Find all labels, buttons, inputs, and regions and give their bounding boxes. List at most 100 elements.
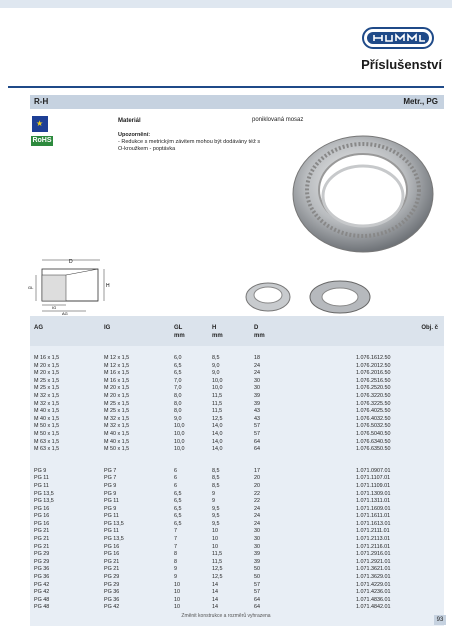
table-row: M 50 x 1,5 M 32 x 1,5 10,0 14,0 57 1.076.5032…	[30, 423, 444, 431]
table-row: M 25 x 1,5 M 20 x 1,5 7,0 10,0 30 1.076.2520.…	[30, 385, 444, 393]
table-cell: 1.071.4229.01	[356, 581, 391, 588]
col-gl: GL	[174, 325, 183, 331]
footer-text: Změnit konstrukce a rozměrů vyhrazena	[181, 613, 271, 619]
table-row: PG 11 PG 7 6 8,5 20 1.071.1107.01	[30, 475, 444, 483]
table-cell: 1.076.6350.50	[356, 446, 391, 453]
table-cell: M 25 x 1,5	[104, 400, 130, 407]
table-cell: 14,0	[212, 423, 223, 430]
table-row: PG 48 PG 36 10 14 64 1.071.4836.01	[30, 597, 444, 605]
table-cell: M 63 x 1,5	[34, 438, 60, 445]
table-cell: 30	[254, 543, 260, 550]
table-cell: PG 21	[34, 528, 50, 535]
table-cell: 1.071.0907.01	[356, 467, 391, 474]
unit-gl: mm	[174, 333, 185, 339]
table-cell: 6,5	[174, 490, 182, 497]
table-cell: PG 13,5	[34, 498, 54, 505]
table-cell: M 20 x 1,5	[104, 385, 130, 392]
table-row: M 20 x 1,5 M 16 x 1,5 6,5 9,0 24 1.076.2016.5…	[30, 370, 444, 378]
note-line-1: - Redukce s metrickým závitem mohou být …	[118, 139, 261, 145]
table-cell: 10	[174, 581, 180, 588]
table-cell: 6,5	[174, 370, 182, 377]
table-cell: 7	[174, 536, 177, 543]
table-cell: 8	[174, 551, 177, 558]
table-cell: M 16 x 1,5	[104, 370, 130, 377]
table-cell: 12,5	[212, 415, 223, 422]
table-cell: 10,0	[212, 385, 223, 392]
table-cell: 9	[212, 490, 215, 497]
spec-table: AG IG GL mm H mm D mm Obj. č M 16 x 1,5 M…	[30, 316, 444, 626]
table-row: M 32 x 1,5 M 20 x 1,5 8,0 11,5 39 1.076.3220.…	[30, 393, 444, 401]
table-cell: 22	[254, 490, 260, 497]
table-cell: PG 36	[104, 596, 120, 603]
pg-body: PG 9 PG 7 6 8,5 17 1.071.0907.01 PG 11 PG 7 6 8,5…	[30, 467, 444, 612]
table-cell: PG 29	[104, 574, 120, 581]
table-row: PG 48 PG 42 10 14 64 1.071.4842.01	[30, 604, 444, 612]
table-row: PG 29 PG 16 8 11,5 39 1.071.2916.01	[30, 551, 444, 559]
table-cell: M 25 x 1,5	[34, 377, 60, 384]
title-rule	[8, 86, 444, 88]
table-row: PG 42 PG 29 10 14 57 1.071.4229.01	[30, 582, 444, 590]
table-cell: 14,0	[212, 430, 223, 437]
table-cell: 57	[254, 581, 260, 588]
table-cell: PG 48	[34, 604, 50, 611]
dim-gl: GL	[28, 285, 34, 290]
table-cell: 11,5	[212, 408, 223, 415]
table-cell: 1.071.4842.01	[356, 604, 391, 611]
rohs-badge: RoHS	[31, 136, 53, 146]
table-cell: 1.071.1107.01	[356, 475, 391, 482]
table-cell: PG 7	[104, 475, 117, 482]
table-cell: 9,5	[212, 513, 220, 520]
product-code: R-H	[34, 97, 49, 106]
table-cell: 6,0	[174, 355, 182, 361]
table-cell: 12,5	[212, 574, 223, 581]
table-cell: 57	[254, 589, 260, 596]
product-photo	[292, 135, 434, 253]
table-cell: 1.076.5032.50	[356, 423, 391, 430]
table-cell: 8,5	[212, 467, 220, 474]
table-cell: 1.071.2111.01	[356, 528, 390, 535]
table-cell: 1.071.2113.01	[356, 536, 391, 543]
table-cell: 1.071.1309.01	[356, 490, 391, 497]
table-cell: 64	[254, 596, 260, 603]
table-cell: 14	[212, 604, 218, 611]
table-cell: 30	[254, 385, 260, 392]
table-cell: PG 7	[104, 467, 117, 474]
dim-h: H	[106, 283, 110, 289]
table-cell: 11,5	[212, 551, 223, 558]
metric-body: M 16 x 1,5 M 12 x 1,5 6,0 8,5 18 1.076.1612.5…	[30, 355, 444, 454]
table-cell: PG 9	[104, 505, 117, 512]
table-row: PG 21 PG 16 7 10 30 1.071.2116.01	[30, 544, 444, 552]
table-cell: 1.071.1311.01	[356, 498, 391, 505]
table-cell: 8,5	[212, 355, 220, 361]
table-cell: PG 11	[104, 498, 119, 505]
section-header: R-H Metr., PG	[30, 95, 444, 109]
table-cell: 6	[174, 482, 177, 489]
unit-h: mm	[212, 333, 223, 339]
table-cell: PG 48	[34, 596, 50, 603]
table-cell: PG 16	[34, 513, 50, 520]
table-cell: 10,0	[174, 423, 185, 430]
table-row: PG 13,5 PG 9 6,5 9 22 1.071.1309.01	[30, 491, 444, 499]
table-row: PG 36 PG 29 9 12,5 50 1.071.3629.01	[30, 574, 444, 582]
table-cell: 43	[254, 408, 260, 415]
table-row: M 25 x 1,5 M 16 x 1,5 7,0 10,0 30 1.076.2516.…	[30, 378, 444, 386]
table-cell: 6,5	[174, 513, 182, 520]
table-cell: PG 9	[104, 490, 117, 497]
product-photo-small	[245, 280, 371, 314]
table-row: PG 29 PG 21 8 11,5 39 1.071.2921.01	[30, 559, 444, 567]
table-cell: M 16 x 1,5	[104, 377, 130, 384]
table-cell: PG 11	[104, 528, 119, 535]
table-cell: M 20 x 1,5	[34, 362, 60, 369]
table-row: PG 16 PG 11 6,5 9,5 24 1.071.1611.01	[30, 513, 444, 521]
table-cell: PG 13,5	[104, 536, 124, 543]
material-label: Materiál	[118, 118, 141, 124]
table-cell: 1.076.4032.50	[356, 415, 391, 422]
table-cell: 14	[212, 589, 218, 596]
table-cell: 1.071.1613.01	[356, 520, 391, 527]
table-cell: 1.076.2012.50	[356, 362, 391, 369]
table-cell: 1.071.2916.01	[356, 551, 391, 558]
table-cell: 57	[254, 423, 260, 430]
dim-ag: AG	[62, 311, 68, 315]
table-cell: M 25 x 1,5	[34, 385, 60, 392]
table-cell: 50	[254, 574, 260, 581]
